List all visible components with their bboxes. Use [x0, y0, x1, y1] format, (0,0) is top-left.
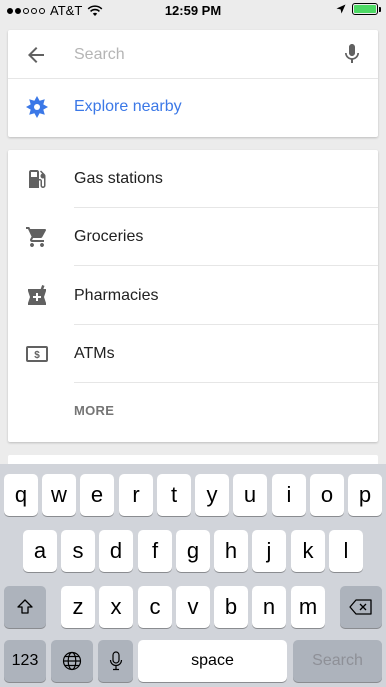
- key-a[interactable]: a: [23, 530, 57, 572]
- globe-key[interactable]: [51, 640, 93, 682]
- key-t[interactable]: t: [157, 474, 191, 516]
- explore-nearby-icon: [26, 96, 48, 118]
- key-e[interactable]: e: [80, 474, 114, 516]
- back-arrow-icon[interactable]: [24, 43, 48, 67]
- category-label: Pharmacies: [74, 287, 159, 304]
- category-row-atms[interactable]: $ ATMs: [8, 325, 378, 383]
- dictation-key[interactable]: [98, 640, 133, 682]
- globe-icon: [62, 651, 82, 671]
- microphone-icon[interactable]: [340, 42, 364, 66]
- key-g[interactable]: g: [176, 530, 210, 572]
- shift-key[interactable]: [4, 586, 46, 628]
- category-label: Gas stations: [74, 170, 163, 187]
- space-key[interactable]: space: [138, 640, 287, 682]
- shift-icon: [17, 599, 33, 614]
- category-label: Groceries: [74, 228, 144, 245]
- key-b[interactable]: b: [214, 586, 248, 628]
- status-bar: AT&T 12:59 PM: [0, 0, 386, 22]
- search-card: Explore nearby: [8, 30, 378, 137]
- category-row-pharmacies[interactable]: Pharmacies: [8, 267, 378, 325]
- key-d[interactable]: d: [99, 530, 133, 572]
- key-c[interactable]: c: [138, 586, 172, 628]
- cart-icon: [26, 227, 47, 247]
- key-k[interactable]: k: [291, 530, 325, 572]
- numbers-key[interactable]: 123: [4, 640, 46, 682]
- category-row-groceries[interactable]: Groceries: [8, 208, 378, 266]
- more-button[interactable]: MORE: [74, 403, 114, 418]
- backspace-icon: [349, 599, 372, 615]
- pharmacy-icon: [28, 285, 46, 305]
- key-y[interactable]: y: [195, 474, 229, 516]
- explore-nearby-row[interactable]: Explore nearby: [8, 79, 378, 137]
- category-label: ATMs: [74, 345, 115, 362]
- explore-nearby-label: Explore nearby: [74, 98, 182, 115]
- location-arrow-icon: [336, 4, 346, 14]
- keyboard: q w e r t y u i o p a s d f g h j k l z …: [0, 464, 386, 687]
- key-r[interactable]: r: [119, 474, 153, 516]
- key-v[interactable]: v: [176, 586, 210, 628]
- categories-card: Gas stations Groceries Pharmacies $ ATMs…: [8, 150, 378, 442]
- key-i[interactable]: i: [272, 474, 306, 516]
- key-u[interactable]: u: [233, 474, 267, 516]
- status-time: 12:59 PM: [164, 3, 222, 18]
- key-m[interactable]: m: [291, 586, 325, 628]
- row-divider: [74, 382, 378, 383]
- key-q[interactable]: q: [4, 474, 38, 516]
- key-o[interactable]: o: [310, 474, 344, 516]
- key-h[interactable]: h: [214, 530, 248, 572]
- key-n[interactable]: n: [252, 586, 286, 628]
- backspace-key[interactable]: [340, 586, 382, 628]
- gas-station-icon: [29, 170, 46, 188]
- key-p[interactable]: p: [348, 474, 382, 516]
- key-l[interactable]: l: [329, 530, 363, 572]
- key-w[interactable]: w: [42, 474, 76, 516]
- status-right: [336, 3, 381, 15]
- row-divider: [74, 265, 378, 266]
- key-z[interactable]: z: [61, 586, 95, 628]
- svg-text:$: $: [34, 350, 40, 361]
- search-row: [8, 30, 378, 78]
- microphone-icon: [109, 651, 122, 671]
- category-row-gas-stations[interactable]: Gas stations: [8, 150, 378, 208]
- key-s[interactable]: s: [61, 530, 95, 572]
- key-j[interactable]: j: [252, 530, 286, 572]
- key-f[interactable]: f: [138, 530, 172, 572]
- atm-icon: $: [26, 346, 48, 362]
- key-x[interactable]: x: [99, 586, 133, 628]
- search-input[interactable]: [74, 42, 324, 68]
- search-key[interactable]: Search: [293, 640, 382, 682]
- battery-icon: [352, 3, 381, 15]
